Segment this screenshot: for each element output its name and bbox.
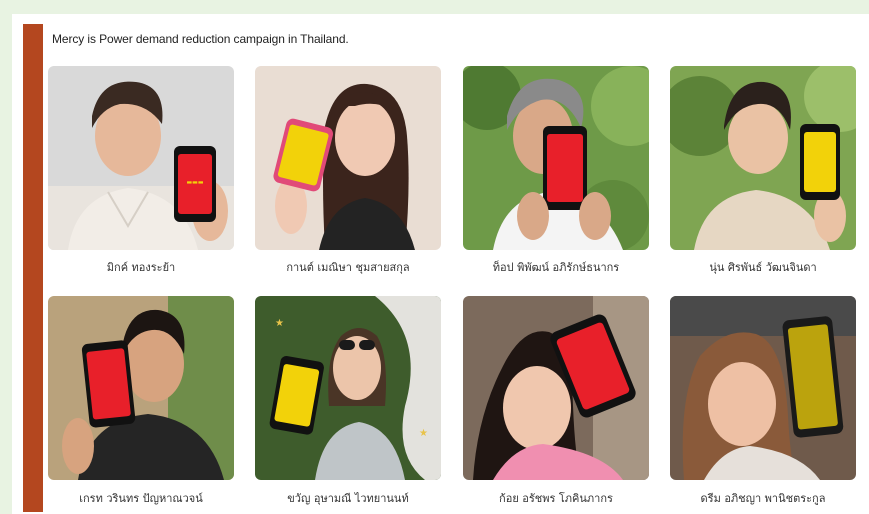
accent-bar	[23, 24, 43, 512]
photo-celebrity-8	[670, 296, 856, 480]
photo-celebrity-5	[48, 296, 234, 480]
celebrity-name-7: ก้อย อรัชพร โภคินภากร	[499, 492, 613, 505]
celebrity-name-4: นุ่น ศิรพันธ์ วัฒนจินดา	[709, 261, 817, 274]
celebrity-name-6: ขวัญ อุษามณี ไวทยานนท์	[287, 492, 409, 505]
celebrity-name-8: ดรีม อภิชญา พานิชตระกูล	[700, 492, 826, 505]
photo-celebrity-4	[670, 66, 856, 250]
svg-text:★: ★	[275, 318, 284, 329]
photo-celebrity-6: ★ ★	[255, 296, 441, 480]
svg-text:★: ★	[419, 428, 428, 439]
campaign-caption: Mercy is Power demand reduction campaign…	[52, 32, 349, 46]
celebrity-name-3: ท็อป พิพัฒน์ อภิรักษ์ธนากร	[492, 261, 620, 274]
photo-celebrity-2	[255, 66, 441, 250]
campaign-card: Mercy is Power demand reduction campaign…	[12, 14, 869, 514]
photo-celebrity-3	[463, 66, 649, 250]
photo-celebrity-1: ▬▬▬	[48, 66, 234, 250]
celebrity-name-1: มิกค์ ทองระย้า	[106, 261, 176, 274]
celebrity-name-2: กานต์ เมณิษา ชุมสายสกุล	[286, 261, 410, 274]
svg-text:▬▬▬: ▬▬▬	[186, 179, 203, 186]
photo-celebrity-7	[463, 296, 649, 480]
celebrity-name-5: เกรท วรินทร ปัญหาณวจน์	[79, 492, 203, 505]
